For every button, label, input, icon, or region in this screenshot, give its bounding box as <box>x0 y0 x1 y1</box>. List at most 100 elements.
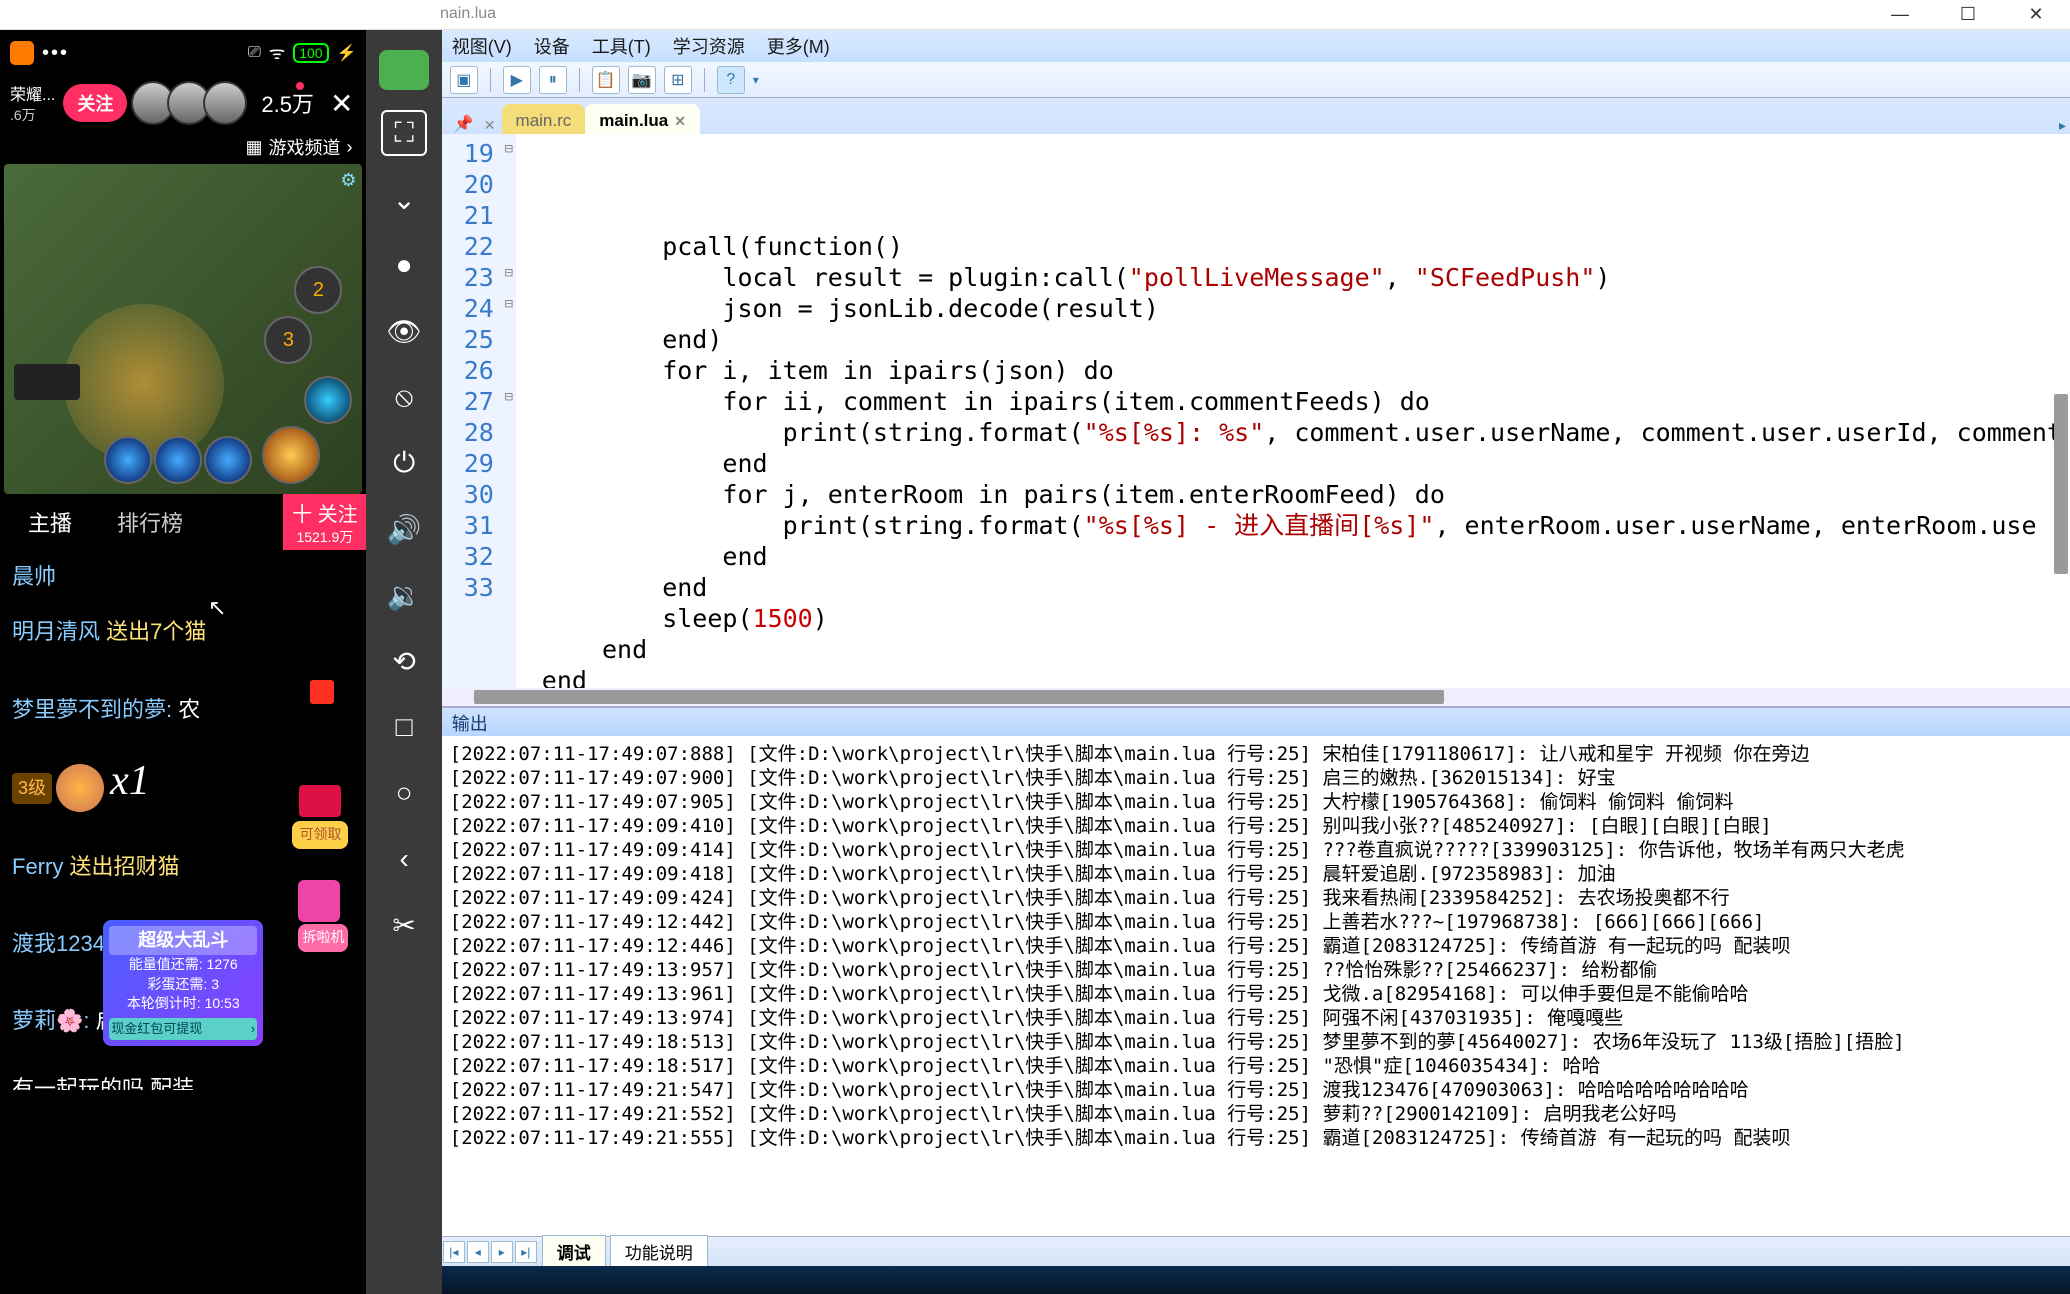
toolbar-button[interactable]: ▣ <box>450 66 478 94</box>
output-body[interactable]: [2022:07:11-17:49:07:888] [文件:D:\work\pr… <box>442 736 2070 1236</box>
help-icon[interactable]: ? <box>717 66 745 94</box>
pin-icon[interactable]: 📌 <box>454 114 474 134</box>
toolbar-button[interactable]: ▶ <box>503 66 531 94</box>
scrollbar-thumb[interactable] <box>474 690 1444 704</box>
follow-big-button[interactable]: 十 关注 1521.9万 <box>283 494 366 550</box>
menu-view[interactable]: 视图(V) <box>452 33 512 59</box>
menu-learn[interactable]: 学习资源 <box>673 33 745 59</box>
file-tab[interactable]: main.rc <box>502 104 586 134</box>
maximize-button[interactable]: ☐ <box>1934 0 2002 30</box>
code-area[interactable]: pcall(function() local result = plugin:c… <box>534 134 2070 688</box>
file-tab-strip: 📌 ✕ main.rc main.lua ✕ ▸ <box>442 98 2070 134</box>
rotate-icon[interactable]: ⟲ <box>381 638 427 684</box>
livestream-panel: ••• ⎚ ᯤ 100 ⚡ 荣耀... .6万 关注 2.5万 ✕ ▦ 游戏频 <box>0 30 366 1294</box>
chest-label: 拆啦机 <box>298 924 348 952</box>
fullscreen-icon[interactable]: ⛶ <box>381 110 427 156</box>
output-tab-debug[interactable]: 调试 <box>542 1235 606 1268</box>
event-banner[interactable]: 超级大乱斗 能量值还需: 1276 彩蛋还需: 3 本轮倒计时: 10:53 现… <box>103 920 263 1046</box>
gift-chest-2[interactable]: 拆啦机 <box>298 880 348 952</box>
comment-text: 送出招财猫 <box>69 854 179 879</box>
chest-icon <box>298 880 340 922</box>
grid-icon: ▦ <box>245 137 262 158</box>
comment-user: 晨帅 <box>12 564 56 589</box>
tab-rank[interactable]: 排行榜 <box>100 494 200 550</box>
menu-more[interactable]: 更多(M) <box>767 33 830 59</box>
more-dots-icon[interactable]: ••• <box>42 42 69 65</box>
output-tab-help[interactable]: 功能说明 <box>610 1235 708 1268</box>
ability-icon <box>104 436 152 484</box>
host-followers: .6万 <box>10 105 55 125</box>
filename-label: nain.lua <box>440 5 496 23</box>
circle-outline-icon[interactable]: ○ <box>381 770 427 816</box>
tool-strip: ⛶ ⌄ ● 👁 ⦸ ⏻ 🔊 🔉 ⟲ □ ○ ‹ ✂ <box>366 30 441 1294</box>
nav-next-icon[interactable]: ▸ <box>491 1241 513 1263</box>
ide-panel: 视图(V) 设备 工具(T) 学习资源 更多(M) ▣ ▶ ⏸ 📋 📷 ⊞ ? … <box>442 30 2070 1294</box>
menu-tools[interactable]: 工具(T) <box>592 33 651 59</box>
chevron-down-icon[interactable]: ⌄ <box>381 176 427 222</box>
eye-off-icon[interactable]: ⦸ <box>381 374 427 420</box>
nav-prev-icon[interactable]: ◂ <box>467 1241 489 1263</box>
volume-icon[interactable]: 🔊 <box>381 506 427 552</box>
banner-title: 超级大乱斗 <box>109 926 257 955</box>
tab-overflow-icon[interactable]: ▸ <box>2059 117 2066 134</box>
host-row: 荣耀... .6万 关注 2.5万 ✕ <box>0 76 366 130</box>
toolbar-button[interactable]: ⊞ <box>664 66 692 94</box>
follow-button[interactable]: 关注 <box>63 84 127 122</box>
bottom-bar <box>442 1266 2070 1294</box>
toolbar: ▣ ▶ ⏸ 📋 📷 ⊞ ? ▾ <box>442 62 2070 98</box>
file-tab-label: main.rc <box>516 111 572 131</box>
banner-cash: 现金红包可提现› <box>109 1018 257 1040</box>
eye-icon[interactable]: 👁 <box>381 308 427 354</box>
avatar[interactable] <box>203 81 247 125</box>
menu-device[interactable]: 设备 <box>534 33 570 59</box>
comment-user: 梦里夢不到的夢: <box>12 697 172 722</box>
toolbar-dropdown-icon[interactable]: ▾ <box>753 73 759 87</box>
toolbar-button[interactable]: 📋 <box>592 66 620 94</box>
gear-icon[interactable]: ⚙ <box>340 170 356 191</box>
close-all-icon[interactable]: ✕ <box>484 117 496 134</box>
ability-icon: 2 <box>294 266 342 314</box>
window-titlebar: nain.lua — ☐ ✕ <box>0 0 2070 30</box>
vertical-scrollbar[interactable] <box>2054 394 2068 574</box>
comment-feed[interactable]: 晨帅 明月清风 送出7个猫 梦里夢不到的夢: 农 3级 x1 Ferry 送出招… <box>0 550 366 1090</box>
connect-button[interactable] <box>379 50 429 90</box>
live-tabs: 主播 排行榜 十 关注 1521.9万 <box>0 494 366 550</box>
code-editor[interactable]: 192021222324252627282930313233 ⊟⊟⊟⊟ pcal… <box>442 134 2070 688</box>
toolbar-button[interactable]: ⏸ <box>539 66 567 94</box>
ability-icon <box>304 376 352 424</box>
horizontal-scrollbar[interactable] <box>442 688 2070 706</box>
game-viewport[interactable]: ⚙ 3 2 <box>4 164 362 494</box>
close-stream-icon[interactable]: ✕ <box>330 87 353 120</box>
gift-chest[interactable]: 可领取 <box>292 785 348 841</box>
file-tab-active[interactable]: main.lua ✕ <box>585 104 700 134</box>
viewer-avatars[interactable] <box>139 81 247 125</box>
fold-column: ⊟⊟⊟⊟ <box>502 134 516 688</box>
back-icon[interactable]: ‹ <box>381 836 427 882</box>
circle-icon[interactable]: ● <box>381 242 427 288</box>
volume-down-icon[interactable]: 🔉 <box>381 572 427 618</box>
game-channel-link[interactable]: ▦ 游戏频道 › <box>0 130 366 164</box>
output-panel: 输出 [2022:07:11-17:49:07:888] [文件:D:\work… <box>442 706 2070 1266</box>
wifi-icon: ᯤ <box>269 41 285 65</box>
power-icon[interactable]: ⏻ <box>381 440 427 486</box>
level-badge: 3级 <box>12 773 52 804</box>
app-icon <box>10 41 34 65</box>
output-footer: |◂ ◂ ▸ ▸| 调试 功能说明 <box>442 1236 2070 1266</box>
close-tab-icon[interactable]: ✕ <box>674 113 686 130</box>
tab-host[interactable]: 主播 <box>0 494 100 550</box>
follow-big-count: 1521.9万 <box>296 527 353 547</box>
file-tab-label: main.lua <box>599 111 668 131</box>
nav-first-icon[interactable]: |◂ <box>443 1241 465 1263</box>
square-icon[interactable]: □ <box>381 704 427 750</box>
nav-last-icon[interactable]: ▸| <box>515 1241 537 1263</box>
toolbar-button[interactable]: 📷 <box>628 66 656 94</box>
minimize-button[interactable]: — <box>1866 0 1934 30</box>
cat-gift-icon <box>56 764 104 812</box>
viewer-count[interactable]: 2.5万 <box>261 87 314 119</box>
scissors-icon[interactable]: ✂ <box>381 902 427 948</box>
cast-icon: ⎚ <box>248 44 261 62</box>
close-button[interactable]: ✕ <box>2002 0 2070 30</box>
comment-user: Ferry <box>12 854 63 879</box>
banner-line: 彩蛋还需: 3 <box>109 975 257 995</box>
output-title: 输出 <box>442 708 2070 736</box>
